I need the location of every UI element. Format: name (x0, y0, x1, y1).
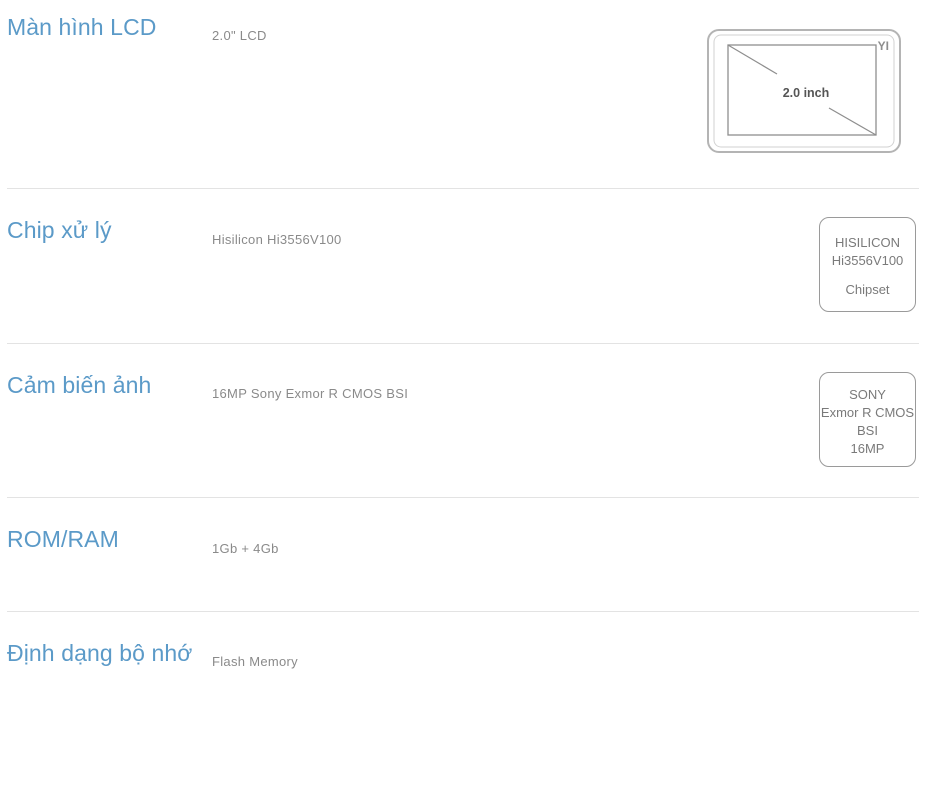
spec-row-chip: Chip xử lý Hisilicon Hi3556V100 (7, 189, 919, 343)
spec-title-storage: Định dạng bộ nhớ (7, 640, 193, 666)
spec-row-storage: Định dạng bộ nhớ Flash Memory (7, 612, 919, 712)
spec-value-sensor: 16MP Sony Exmor R CMOS BSI (212, 386, 409, 401)
spec-title-sensor: Cảm biến ảnh (7, 372, 152, 398)
chipset-badge: HISILICON Hi3556V100 Chipset (819, 217, 916, 312)
sensor-badge: SONY Exmor R CMOS BSI 16MP (819, 372, 916, 467)
spec-title-lcd: Màn hình LCD (7, 14, 157, 40)
spec-row-memory: ROM/RAM 1Gb + 4Gb (7, 498, 919, 611)
spec-value-lcd: 2.0" LCD (212, 28, 267, 43)
sensor-badge-type: BSI (857, 423, 878, 438)
spec-value-memory: 1Gb + 4Gb (212, 541, 279, 556)
yi-logo: YI (878, 39, 889, 53)
spec-value-storage: Flash Memory (212, 654, 298, 669)
spec-value-chip: Hisilicon Hi3556V100 (212, 232, 342, 247)
sensor-badge-brand: SONY (849, 387, 886, 402)
lcd-screen-illustration: 2.0 inch YI (705, 28, 907, 161)
lcd-screen-icon: 2.0 inch YI (707, 29, 901, 153)
chipset-badge-label: Chipset (845, 282, 890, 297)
spec-title-chip: Chip xử lý (7, 217, 112, 243)
spec-row-sensor: Cảm biến ảnh 16MP Sony Exmor R CMOS BSI (7, 344, 919, 497)
sensor-badge-resolution: 16MP (850, 441, 885, 456)
sensor-badge-model: Exmor R CMOS (820, 405, 915, 420)
chipset-badge-brand: HISILICON (834, 235, 900, 250)
spec-title-memory: ROM/RAM (7, 526, 119, 552)
lcd-screen-label: 2.0 inch (783, 86, 830, 100)
chipset-badge-model: Hi3556V100 (831, 253, 904, 268)
